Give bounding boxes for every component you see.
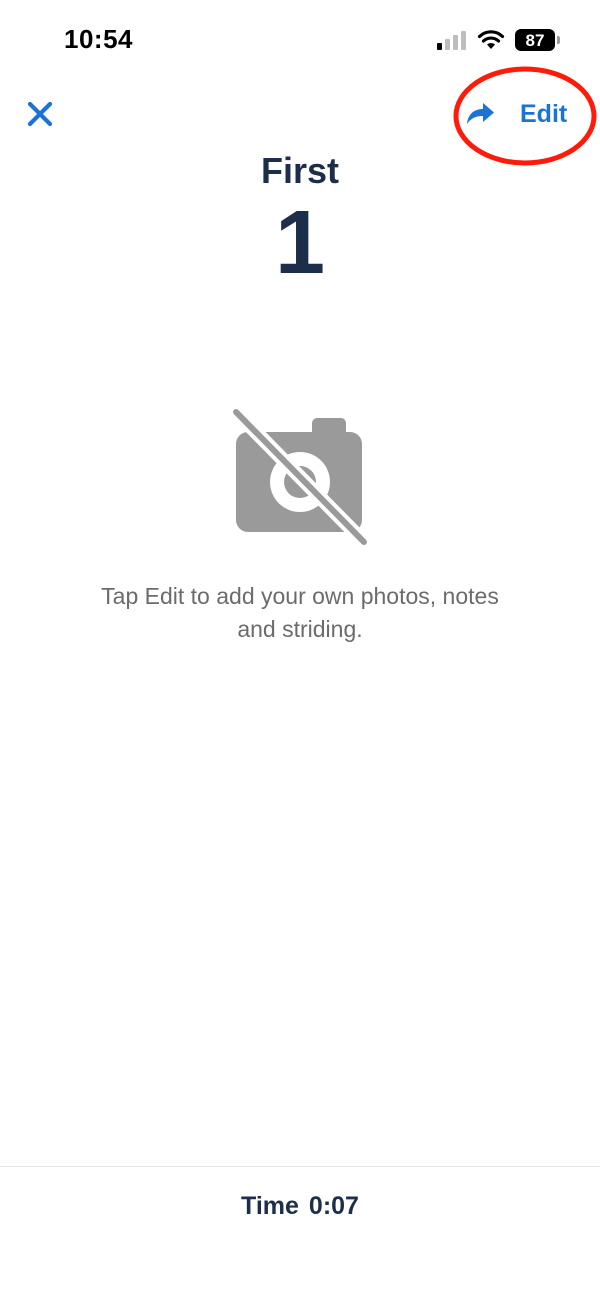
footer-time: Time 0:07 <box>0 1192 600 1221</box>
status-time: 10:54 <box>64 24 133 54</box>
no-camera-icon <box>229 405 371 549</box>
cellular-signal-icon <box>437 31 466 50</box>
empty-state-message: Tap Edit to add your own photos, notes a… <box>101 583 499 642</box>
battery-indicator: 87 <box>515 29 560 51</box>
share-icon <box>467 103 494 124</box>
share-button[interactable] <box>462 96 498 132</box>
close-icon <box>27 101 53 127</box>
time-value: 0:07 <box>308 1192 359 1220</box>
battery-level: 87 <box>515 29 555 51</box>
footer-divider <box>0 1166 600 1167</box>
wifi-icon <box>477 30 505 49</box>
close-button[interactable] <box>22 96 58 132</box>
screen: 10:54 87 Edit First 1 Tap Edit to add yo… <box>0 0 600 1298</box>
page-title: First <box>260 150 339 191</box>
status-indicators: 87 <box>437 28 560 52</box>
battery-cap <box>557 36 560 44</box>
time-label: Time <box>241 1192 299 1220</box>
edit-button[interactable]: Edit <box>520 96 567 132</box>
item-number: 1 <box>274 193 326 293</box>
status-bar: 10:54 87 <box>0 0 600 80</box>
